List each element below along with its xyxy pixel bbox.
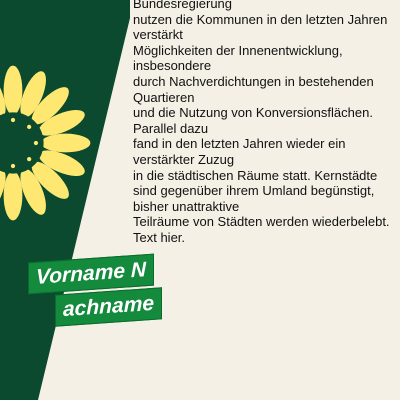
body-text-line: Text hier. <box>133 229 186 245</box>
body-text: Bundesregierung nutzen die Kommunen in d… <box>133 0 395 246</box>
body-text-line: verstärkt <box>133 27 183 43</box>
body-text-line: Parallel dazu <box>133 120 209 136</box>
body-text-line: nutzen die Kommunen in den letzten Jahre… <box>133 11 388 27</box>
body-text-line: Teilräume von Städten werden wiederbeleb… <box>133 214 390 230</box>
body-text-line: sind gegenüber ihrem Umland begünstigt, <box>133 183 375 199</box>
body-text-line: Möglichkeiten der Innenentwicklung, <box>133 42 343 58</box>
body-text-line: in die städtischen Räume statt. Kernstäd… <box>133 167 378 183</box>
body-text-line: durch Nachverdichtungen in bestehenden <box>133 73 374 89</box>
body-text-line: Bundesregierung <box>133 0 233 11</box>
body-text-line: bisher unattraktive <box>133 198 240 214</box>
body-text-line: fand in den letzten Jahren wieder ein <box>133 136 346 152</box>
slide-canvas: Bundesregierung nutzen die Kommunen in d… <box>0 0 400 400</box>
body-text-line: insbesondere <box>133 58 212 74</box>
sunflower-icon <box>0 65 91 221</box>
body-text-line: Quartieren <box>133 89 195 105</box>
body-text-line: verstärkter Zuzug <box>133 151 235 167</box>
body-text-line: und die Nutzung von Konversionsflächen. <box>133 105 373 121</box>
